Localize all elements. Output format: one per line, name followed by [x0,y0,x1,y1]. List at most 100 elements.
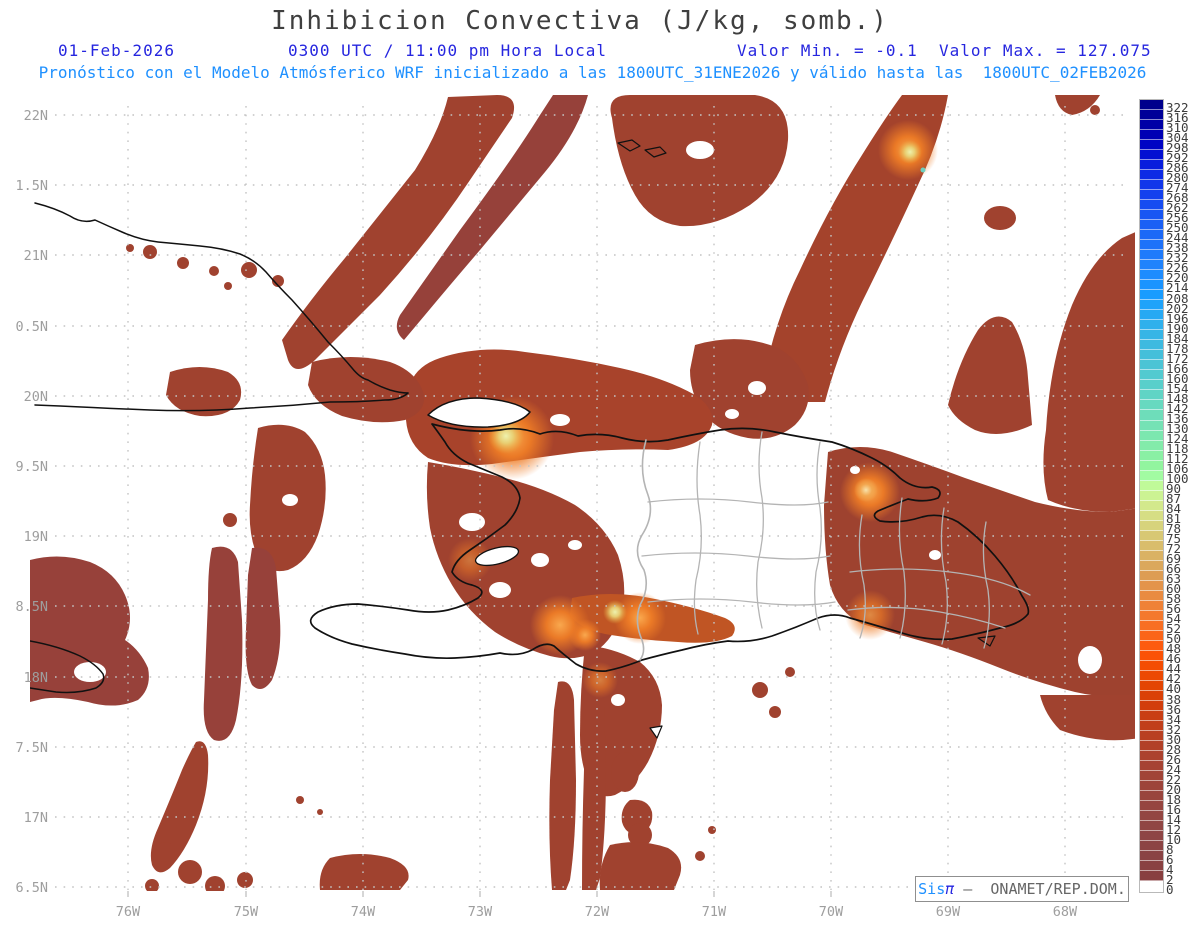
field-blob [177,257,189,269]
colorbar-swatch [1140,140,1163,151]
field-blob [319,854,409,890]
field-blob [178,860,202,884]
axis-tick-label: 69W [936,904,961,920]
colorbar-swatch [1140,360,1163,371]
field-blob [948,316,1032,434]
colorbar-swatch [1140,100,1163,111]
axis-tick-label: 17N [24,810,48,826]
colorbar-swatch [1140,400,1163,411]
colorbar-swatch [1140,320,1163,331]
border-province [814,441,822,631]
cin-map-canvas: 22N 1.5N 21N 0.5N 20N 9.5N 19N 8.5N 18N 7.5N 17N 6.… [15,95,1135,920]
colorbar-swatch [1140,500,1163,511]
sispi-logo-pi-icon: π [945,880,955,898]
colorbar-swatch [1140,170,1163,181]
colorbar-swatch [1140,520,1163,531]
axis-tick-label: 0.5N [15,319,48,335]
colorbar-label: 0 [1166,882,1174,897]
field-blob [237,872,253,888]
field-blob [769,706,781,718]
colorbar-swatch [1140,300,1163,311]
colorbar-swatch [1140,430,1163,441]
colorbar-swatch [1140,380,1163,391]
field-blob [317,809,323,815]
field-blob [223,513,237,527]
colorbar-swatch [1140,190,1163,201]
colorbar-swatch [1140,560,1163,571]
colorbar-swatch [1140,811,1163,822]
lon-axis-labels: 76W 75W 74W 73W 72W 71W 70W 69W 68W [116,904,1078,920]
colorbar-swatch [1140,250,1163,261]
field-blob [205,876,225,891]
colorbar-swatch [1140,220,1163,231]
field-blob [752,682,768,698]
colorbar-swatch [1140,730,1163,741]
axis-tick-label: 20N [24,389,48,405]
branding-agency: – ONAMET/REP.DOM. [954,880,1126,898]
colorbar-swatch [1140,330,1163,341]
colorbar-swatch [1140,630,1163,641]
field-blob [155,842,175,862]
colorbar-swatch [1140,240,1163,251]
axis-tick-label: 70W [819,904,844,920]
colorbar-swatch [1140,650,1163,661]
colorbar-swatch [1140,180,1163,191]
colorbar-swatch [1140,350,1163,361]
colorbar-swatch [1140,610,1163,621]
colorbar-swatch [1140,680,1163,691]
field-blob [126,244,134,252]
field-blob [296,796,304,804]
border-province [693,441,702,635]
colorbar-swatch [1140,460,1163,471]
colorbar-swatch [1140,580,1163,591]
colorbar-swatch [1140,450,1163,461]
field-blob [209,266,219,276]
colorbar-swatch [1140,791,1163,802]
field-blob [984,206,1016,230]
axis-tick-label: 71W [702,904,727,920]
axis-tick-label: 18N [24,670,48,686]
colorbar-swatch [1140,741,1163,752]
colorbar-swatch [1140,410,1163,421]
colorbar-swatch [1140,871,1163,882]
colorbar-swatch [1140,390,1163,401]
axis-tick-label: 21N [24,248,48,264]
colorbar-swatch [1140,761,1163,772]
colorbar-swatch [1140,310,1163,321]
colorbar-swatch [1140,590,1163,601]
colorbar-swatch [1140,130,1163,141]
axis-tick-label: 75W [234,904,259,920]
colorbar-swatch [1140,420,1163,431]
border-province [647,498,829,506]
colorbar-swatch [1140,720,1163,731]
colorbar-swatch [1140,440,1163,451]
colorbar-swatch [1140,751,1163,762]
colorbar-swatch [1140,260,1163,271]
colorbar-swatch [1140,540,1163,551]
colorbar-swatch [1140,690,1163,701]
axis-tick-label: 7.5N [15,740,48,756]
field-blob [241,262,257,278]
colorbar-swatch [1140,530,1163,541]
axis-tick-label: 8.5N [15,599,48,615]
colorbar-swatch [1140,230,1163,241]
sispi-logo-sis: Sis [918,880,946,898]
colorbar-swatch [1140,210,1163,221]
axis-tick-label: 74W [351,904,376,920]
colorbar-swatch [1140,290,1163,301]
field-blob [549,681,576,890]
colorbar-swatch [1140,200,1163,211]
colorbar-swatch [1140,821,1163,832]
colorbar-swatch [1140,841,1163,852]
axis-tick-label: 6.5N [15,880,48,896]
colorbar-swatch [1140,110,1163,121]
field-blob [611,752,639,792]
colorbar-swatch [1140,370,1163,381]
colorbar-swatch [1140,550,1163,561]
axis-tick-label: 68W [1053,904,1078,920]
colorbar-swatch [1140,570,1163,581]
field-blob [245,547,281,689]
axis-tick-label: 22N [24,108,48,124]
colorbar-swatch [1140,700,1163,711]
lat-axis-labels: 22N 1.5N 21N 0.5N 20N 9.5N 19N 8.5N 18N 7.5N 17N 6.… [15,108,48,896]
